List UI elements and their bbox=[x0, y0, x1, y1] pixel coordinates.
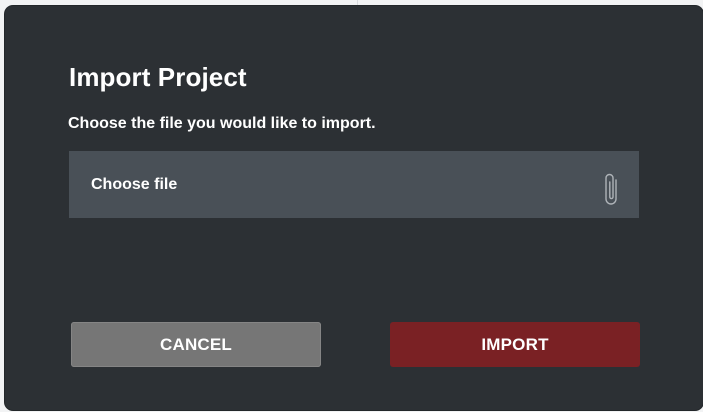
cancel-button[interactable]: CANCEL bbox=[71, 322, 321, 367]
choose-file-label: Choose file bbox=[91, 176, 178, 193]
choose-file-input[interactable]: Choose file bbox=[69, 151, 639, 218]
paperclip-icon bbox=[605, 173, 617, 205]
import-button[interactable]: IMPORT bbox=[390, 322, 640, 367]
dialog-subtitle: Choose the file you would like to import… bbox=[68, 115, 376, 132]
import-project-dialog: Import Project Choose the file you would… bbox=[5, 6, 703, 410]
dialog-title: Import Project bbox=[69, 62, 247, 92]
